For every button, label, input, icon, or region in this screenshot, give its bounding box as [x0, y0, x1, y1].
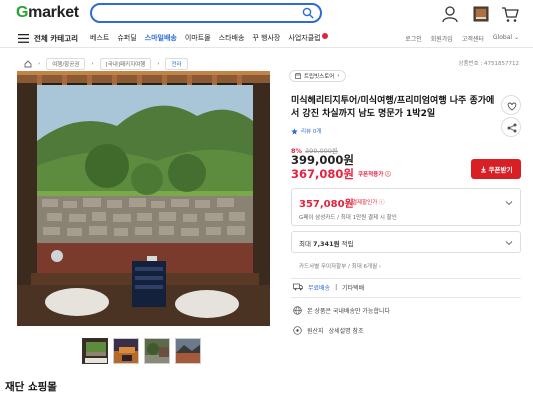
- get-coupon-button[interactable]: 쿠폰받기: [471, 159, 521, 179]
- truck-icon: [293, 283, 303, 291]
- section-title: 재단 쇼핑몰: [5, 381, 57, 393]
- home-icon[interactable]: [24, 60, 32, 68]
- store-icon: [295, 73, 301, 79]
- thumbnail-image[interactable]: [82, 338, 108, 364]
- new-badge: [321, 33, 328, 39]
- product-number: 상품번호 : 4751857712: [458, 61, 519, 67]
- review-link[interactable]: 리뷰 0개: [291, 127, 321, 135]
- nav-item-smile-delivery[interactable]: 스마일배송: [145, 33, 177, 43]
- store-badge[interactable]: 트립빗스토어 ›: [289, 70, 346, 82]
- nav-item-event[interactable]: 꾸 행사장: [252, 33, 280, 43]
- share-icon: [507, 123, 517, 133]
- search-icon[interactable]: [302, 7, 314, 19]
- domestic-notice-row: 본 상품은 국내배송만 가능합니다: [291, 302, 521, 318]
- login-link[interactable]: 로그인: [405, 34, 422, 43]
- recent-view-icon[interactable]: [471, 4, 491, 24]
- location-icon: [293, 325, 302, 335]
- category-nav: 전체 카테고리 베스트 슈퍼딜 스마일배송 이마트몰 스타배송 꾸 행사장 사업…: [0, 30, 533, 48]
- user-icon[interactable]: [440, 4, 460, 24]
- nav-items: 베스트 슈퍼딜 스마일배송 이마트몰 스타배송 꾸 행사장 사업자클럽: [90, 33, 328, 43]
- origin-label: 원산지: [307, 327, 324, 335]
- cart-icon[interactable]: [500, 4, 520, 24]
- thumbnail-image[interactable]: [175, 338, 201, 364]
- download-icon: [480, 166, 486, 172]
- card-installment-info[interactable]: 카드사별 무이자할부 / 최대 6개월 ›: [299, 262, 381, 270]
- breadcrumb-item[interactable]: [국내]패키지여행: [99, 58, 152, 70]
- card-discount-box[interactable]: 357,080원 결제할인가 ⓘ G페이 삼성카드 / 최대 1만원 결제 시 …: [291, 188, 521, 226]
- util-links: 로그인 회원가입 고객센터 Global ⌄: [405, 34, 519, 43]
- points-box[interactable]: 최대 7,341원 적립: [291, 231, 521, 253]
- chevron-down-icon: [505, 201, 513, 206]
- signup-link[interactable]: 회원가입: [431, 34, 453, 43]
- points-text: 최대 7,341원 적립: [299, 240, 354, 248]
- origin-value: 상세설명 참조: [328, 327, 364, 335]
- search-input[interactable]: [90, 3, 322, 23]
- shipping-value: 기타택배: [342, 284, 365, 292]
- nav-item-star-delivery[interactable]: 스타배송: [219, 33, 245, 43]
- gmarket-logo[interactable]: Gmarket: [16, 4, 79, 22]
- customer-center-link[interactable]: 고객센터: [462, 34, 484, 43]
- nav-item-emart-mall[interactable]: 이마트몰: [185, 33, 211, 43]
- breadcrumb-item-current[interactable]: 전라: [165, 58, 188, 70]
- card-discount-price: 357,080원: [299, 199, 354, 210]
- domestic-notice: 본 상품은 국내배송만 가능합니다: [307, 307, 391, 315]
- divider: [291, 297, 521, 298]
- shipping-row: 무료배송 | 기타택배: [291, 279, 521, 295]
- menu-icon[interactable]: [18, 34, 29, 43]
- product-main-image[interactable]: [17, 71, 270, 326]
- thumbnail-image[interactable]: [144, 338, 170, 364]
- thumbnail-list: [82, 338, 201, 364]
- coupon-price-row: 367,080원 쿠폰적용가 ⓘ: [291, 166, 391, 182]
- heart-icon: [507, 102, 517, 111]
- shipping-label: 무료배송: [308, 284, 331, 292]
- star-icon: [291, 127, 298, 135]
- nav-item-best[interactable]: 베스트: [90, 33, 109, 43]
- share-button[interactable]: [501, 117, 521, 137]
- card-discount-desc: G페이 삼성카드 / 최대 1만원 결제 시 할인: [299, 215, 397, 221]
- thumbnail-image[interactable]: [113, 338, 139, 364]
- chevron-down-icon: [505, 241, 513, 246]
- breadcrumb: › 여행/항공권 › [국내]패키지여행 › 전라: [24, 58, 188, 70]
- nav-item-business-club[interactable]: 사업자클럽: [288, 33, 328, 43]
- all-categories-button[interactable]: 전체 카테고리: [34, 33, 78, 44]
- globe-icon: [293, 305, 302, 315]
- global-link[interactable]: Global ⌄: [493, 34, 519, 43]
- wishlist-button[interactable]: [501, 95, 521, 115]
- breadcrumb-item[interactable]: 여행/항공권: [46, 58, 86, 70]
- nav-item-superdeal[interactable]: 슈퍼딜: [117, 33, 136, 43]
- header: Gmarket: [0, 0, 533, 28]
- coupon-price-tag[interactable]: 쿠폰적용가 ⓘ: [358, 170, 391, 178]
- card-discount-label: 결제할인가 ⓘ: [352, 200, 385, 206]
- origin-row: 원산지 상세설명 참조: [291, 322, 521, 338]
- product-title: 미식헤리티지투어/미식여행/프리미엄여행 나주 종가에서 강진 차실까지 남도 …: [291, 96, 495, 119]
- coupon-price: 367,080원: [291, 167, 354, 181]
